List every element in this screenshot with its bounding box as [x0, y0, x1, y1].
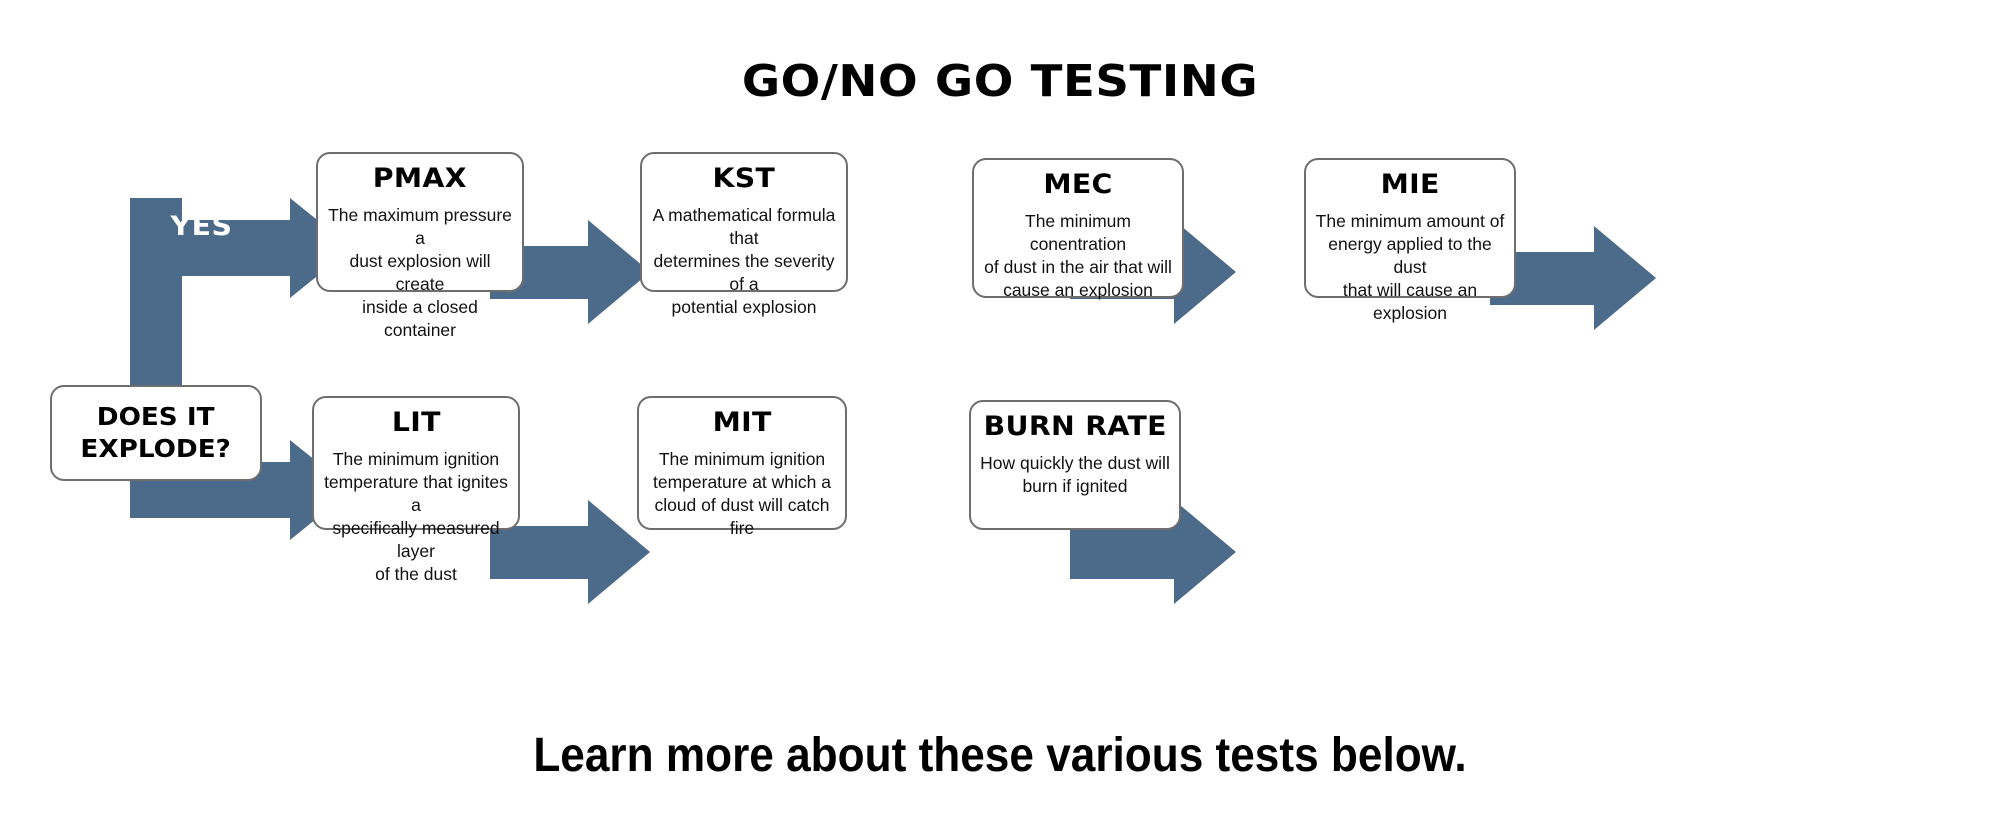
test-box-description: A mathematical formula that determines t… [652, 204, 836, 318]
test-box-description: The minimum ignition temperature that ig… [324, 448, 508, 585]
yes-label: YES [170, 211, 233, 242]
test-box-title: MEC [1043, 169, 1113, 200]
test-box-title: MIT [712, 407, 772, 438]
bottom-caption: Learn more about these various tests bel… [533, 729, 1467, 782]
test-box-description: The minimum ignition temperature at whic… [652, 448, 831, 538]
test-box-mec[interactable]: MEC The minimum conentration of dust in … [972, 158, 1184, 300]
test-box-mit[interactable]: MIT The minimum ignition temperature at … [637, 396, 847, 538]
test-box-title: BURN RATE [983, 411, 1167, 442]
test-box-title: PMAX [372, 163, 468, 194]
test-box-burn-rate[interactable]: BURN RATE How quickly the dust will burn… [969, 400, 1181, 530]
decision-box[interactable]: DOES IT EXPLODE? [50, 385, 262, 481]
test-box-title: LIT [391, 407, 441, 438]
test-box-title: MIE [1380, 169, 1440, 200]
test-box-description: The minimum conentration of dust in the … [984, 210, 1172, 300]
test-box-description: The minimum amount of energy applied to … [1315, 210, 1505, 324]
test-box-mie[interactable]: MIE The minimum amount of energy applied… [1304, 158, 1516, 323]
page-title: GO/NO GO TESTING [741, 56, 1259, 107]
test-box-lit[interactable]: LIT The minimum ignition temperature tha… [312, 396, 520, 584]
test-box-pmax[interactable]: PMAX The maximum pressure a dust explosi… [316, 152, 524, 340]
test-box-kst[interactable]: KST A mathematical formula that determin… [640, 152, 848, 317]
test-box-description: The maximum pressure a dust explosion wi… [328, 204, 512, 341]
decision-box-label: DOES IT EXPLODE? [80, 402, 232, 463]
test-box-description: How quickly the dust will burn if ignite… [980, 452, 1170, 496]
test-box-title: KST [712, 163, 776, 194]
arrow-mec-to-mie [1490, 226, 1665, 331]
